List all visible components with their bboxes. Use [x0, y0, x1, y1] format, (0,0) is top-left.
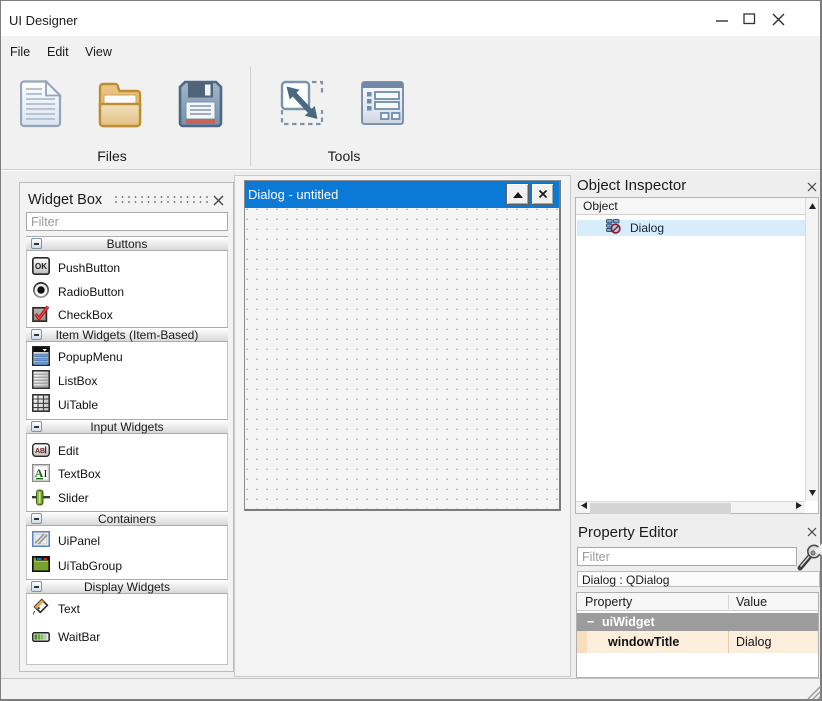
svg-text:I: I [44, 468, 48, 480]
svg-text:OK: OK [35, 262, 47, 271]
svg-text:A: A [35, 466, 44, 480]
svg-text:AB: AB [35, 448, 45, 455]
